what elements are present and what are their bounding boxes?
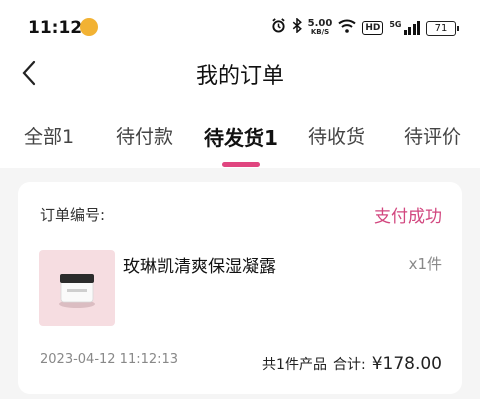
status-icons: 5.00 KB/S HD 5G 71 xyxy=(271,17,459,38)
order-number-label: 订单编号: xyxy=(40,206,106,224)
status-time: 11:12 xyxy=(28,18,83,38)
total-price: ¥178.00 xyxy=(371,354,442,374)
total-label: 合计: xyxy=(332,357,366,373)
net-speed: 5.00 KB/S xyxy=(307,18,333,37)
active-tab-indicator xyxy=(222,162,260,167)
order-status: 支付成功 xyxy=(374,207,442,227)
battery-icon: 71 xyxy=(426,20,459,36)
status-bar: 11:12 5.00 KB/S HD 5G 71 xyxy=(0,0,480,56)
tab-all[interactable]: 全部1 xyxy=(24,122,74,149)
signal-icon: 5G xyxy=(389,21,420,35)
tab-pending-shipment[interactable]: 待发货1 xyxy=(204,122,278,151)
order-summary: 共1件产品 合计: ¥178.00 xyxy=(262,354,442,374)
cream-jar-image xyxy=(59,274,95,308)
order-tabs: 全部1 待付款 待发货1 待收货 待评价 xyxy=(0,118,480,158)
hd-badge: HD xyxy=(362,21,384,35)
order-card[interactable]: 订单编号: 支付成功 玫琳凯清爽保湿凝露 x1件 2023-04-12 11:1… xyxy=(18,182,462,394)
order-date: 2023-04-12 11:12:13 xyxy=(40,352,179,367)
wifi-icon xyxy=(338,19,357,38)
top-panel: 11:12 5.00 KB/S HD 5G 71 我的订单 全部1 待付款 待发… xyxy=(0,0,480,168)
alarm-icon xyxy=(271,18,286,38)
tab-pending-receipt[interactable]: 待收货 xyxy=(308,122,365,149)
product-thumbnail[interactable] xyxy=(39,250,115,326)
product-quantity: x1件 xyxy=(408,255,442,273)
tab-pending-review[interactable]: 待评价 xyxy=(404,122,461,149)
bluetooth-icon xyxy=(292,17,302,38)
product-name: 玫琳凯清爽保湿凝露 xyxy=(123,257,276,277)
app-emoji-icon xyxy=(80,18,98,36)
page-title: 我的订单 xyxy=(195,64,284,89)
tab-pending-payment[interactable]: 待付款 xyxy=(116,122,173,149)
item-count: 共1件产品 xyxy=(262,357,327,373)
